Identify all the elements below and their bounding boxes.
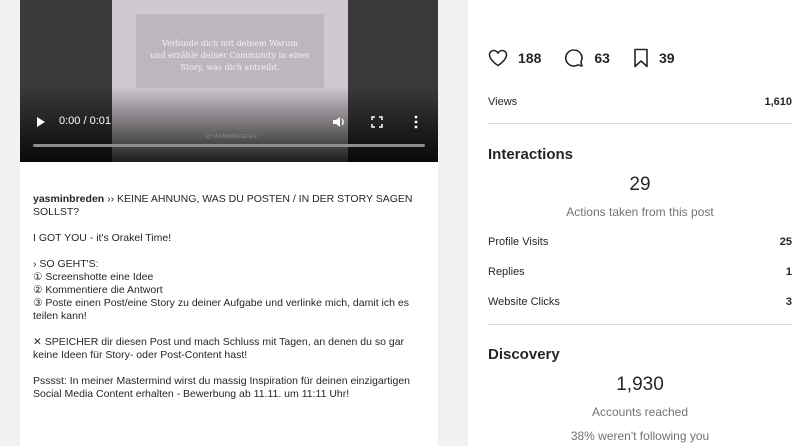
divider bbox=[488, 123, 792, 124]
saves-count: 39 bbox=[658, 50, 675, 66]
discovery-subtitle: Accounts reached bbox=[591, 405, 689, 419]
volume-icon[interactable] bbox=[332, 115, 346, 129]
row-value: 25 bbox=[779, 236, 792, 248]
caption-save-note: ✕ SPEICHER dir diesen Post und mach Schl… bbox=[33, 336, 405, 361]
likes-stat: 188 bbox=[488, 49, 541, 67]
row-value: 3 bbox=[785, 296, 792, 308]
comments-count: 63 bbox=[594, 50, 610, 66]
bookmark-icon bbox=[634, 48, 648, 68]
views-label: Views bbox=[488, 96, 518, 108]
divider bbox=[488, 324, 792, 325]
views-row: Views 1,610 bbox=[488, 96, 792, 108]
interactions-subtitle: Actions taken from this post bbox=[566, 205, 714, 219]
caption-steps: › SO GEHT'S: ① Screenshotte eine Idee ② … bbox=[33, 258, 429, 323]
video-player[interactable]: Verbinde dich mit deinem Warum und erzäh… bbox=[20, 0, 438, 162]
caption-psst: Psssst: In meiner Mastermind wirst du ma… bbox=[33, 375, 410, 400]
video-controls: 0:00 / 0:01 bbox=[20, 110, 438, 134]
discovery-title: Discovery bbox=[488, 346, 560, 363]
video-time: 0:00 / 0:01 bbox=[59, 115, 111, 127]
row-label: Profile Visits bbox=[488, 236, 549, 248]
saves-stat: 39 bbox=[633, 48, 675, 68]
step-1: ① Screenshotte eine Idee bbox=[33, 271, 154, 283]
username[interactable]: yasminbreden bbox=[33, 193, 104, 205]
more-vertical-icon[interactable] bbox=[414, 115, 418, 129]
fullscreen-icon[interactable] bbox=[371, 116, 383, 128]
discovery-total: 1,930 bbox=[616, 374, 664, 395]
video-watermark: @YASMINBREDEN bbox=[206, 134, 258, 140]
row-value: 1 bbox=[785, 266, 792, 278]
row-label: Replies bbox=[488, 266, 525, 278]
discovery-note: 38% weren't following you bbox=[570, 429, 710, 443]
views-value: 1,610 bbox=[764, 96, 792, 108]
likes-count: 188 bbox=[518, 50, 542, 66]
play-icon[interactable] bbox=[37, 117, 45, 127]
comments-stat: 63 bbox=[564, 48, 610, 68]
engagement-stats: 188 63 39 bbox=[488, 47, 698, 69]
step-2: ② Kommentiere die Antwort bbox=[33, 284, 163, 296]
profile-visits-row: Profile Visits 25 bbox=[488, 236, 792, 248]
interactions-title: Interactions bbox=[488, 146, 574, 163]
interactions-total: 29 bbox=[629, 174, 651, 195]
caption-title: yasminbreden ›› KEINE AHNUNG, WAS DU POS… bbox=[33, 193, 413, 218]
step-3: ③ Poste einen Post/eine Story zu deiner … bbox=[33, 297, 409, 322]
comment-icon bbox=[565, 49, 584, 67]
video-caption: Verbinde dich mit deinem Warum und erzäh… bbox=[150, 39, 310, 72]
video-progress-bar[interactable] bbox=[33, 144, 425, 147]
caption-line: I GOT YOU - it's Orakel Time! bbox=[33, 232, 172, 244]
row-label: Website Clicks bbox=[488, 296, 560, 308]
website-clicks-row: Website Clicks 3 bbox=[488, 296, 792, 308]
insights-panel: 188 63 39 Views 1,610 Interactions 29 Ac… bbox=[468, 0, 800, 446]
post-panel: Verbinde dich mit deinem Warum und erzäh… bbox=[20, 0, 438, 446]
post-caption: yasminbreden ›› KEINE AHNUNG, WAS DU POS… bbox=[33, 193, 429, 414]
heart-icon bbox=[488, 49, 508, 67]
steps-header: › SO GEHT'S: bbox=[33, 258, 99, 270]
replies-row: Replies 1 bbox=[488, 266, 792, 278]
